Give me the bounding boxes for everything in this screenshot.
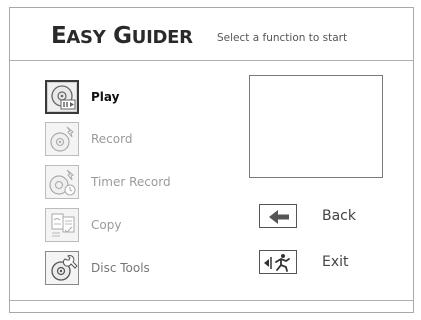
disc-timer-record-icon [45,165,79,199]
menu-item-record[interactable]: Record [45,122,195,158]
menu-item-copy[interactable]: Copy [45,208,195,244]
page-title: EASY GUIDER [51,24,193,50]
back-button[interactable]: Back [259,204,399,234]
title-cap-e: E [51,23,67,49]
menu-item-label-disc-tools: Disc Tools [91,261,150,275]
page-subtitle: Select a function to start [217,32,348,44]
menu-item-disc-tools[interactable]: Disc Tools [45,251,195,287]
title-cap-g: G [113,23,132,49]
menu-item-play[interactable]: Play [45,80,195,116]
disc-record-icon [45,122,79,156]
title-rest-asy: ASY [66,27,106,48]
exit-running-man-icon [259,250,297,274]
menu-item-label-play: Play [91,90,120,104]
exit-button[interactable]: Exit [259,250,399,280]
menu-item-label-timer-record: Timer Record [91,175,171,189]
menu-item-label-copy: Copy [91,218,122,232]
disc-tools-icon [45,251,79,285]
menu-item-timer-record[interactable]: Timer Record [45,165,195,201]
back-button-label: Back [322,208,356,224]
header: EASY GUIDER Select a function to start [10,8,413,61]
menu-item-label-record: Record [91,132,133,146]
disc-play-icon [45,80,79,114]
exit-button-label: Exit [322,254,349,270]
title-rest-uider: UIDER [131,27,193,48]
copy-documents-icon [45,208,79,242]
back-arrow-icon [259,204,297,228]
easy-guider-window: EASY GUIDER Select a function to start P… [9,7,414,313]
footer-divider [10,300,413,301]
preview-window [249,75,383,178]
